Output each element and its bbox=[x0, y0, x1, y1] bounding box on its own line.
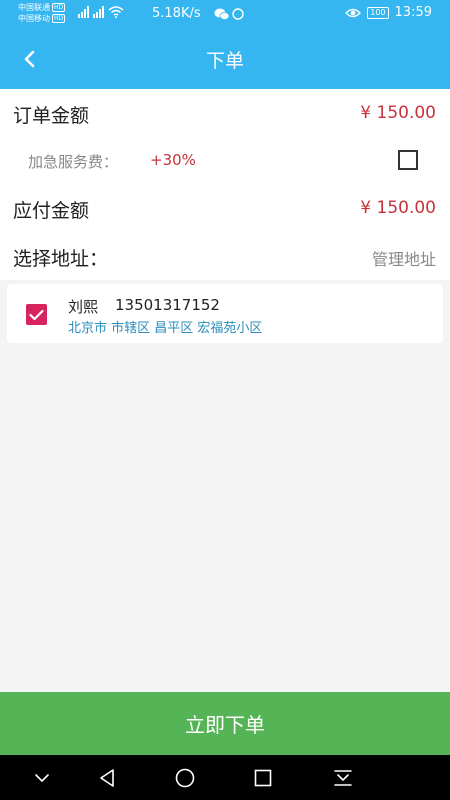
nav-notification-button[interactable] bbox=[330, 765, 356, 791]
app-bar: 下单 bbox=[0, 28, 450, 89]
signal-icon bbox=[93, 6, 104, 18]
order-content: 订单金额 ¥ 150.00 加急服务费： +30% 应付金额 ¥ 150.00 … bbox=[0, 89, 450, 692]
wechat-icon bbox=[214, 8, 244, 20]
payable-label: 应付金额 bbox=[13, 200, 90, 222]
battery-icon: 100 bbox=[367, 6, 389, 19]
carrier-1: 中国联通 bbox=[18, 3, 50, 12]
signal-icon bbox=[78, 6, 89, 18]
order-amount-value: ¥ 150.00 bbox=[360, 103, 436, 123]
address-header-row: 选择地址： 管理地址 bbox=[0, 232, 450, 280]
hd-badge: HD bbox=[52, 3, 66, 12]
nav-hide-button[interactable] bbox=[29, 765, 55, 791]
rush-fee-checkbox[interactable] bbox=[398, 150, 418, 170]
carrier-info: 中国联通 HD 中国移动 HD bbox=[18, 2, 66, 24]
square-recents-icon bbox=[254, 769, 272, 787]
clock: 13:59 bbox=[394, 5, 432, 20]
nav-home-button[interactable] bbox=[172, 765, 198, 791]
rush-fee-percent: +30% bbox=[150, 151, 196, 169]
order-amount-row: 订单金额 ¥ 150.00 bbox=[0, 89, 450, 137]
eye-icon bbox=[345, 8, 362, 17]
carrier-2: 中国移动 bbox=[18, 14, 50, 23]
network-speed: 5.18K/s bbox=[152, 6, 201, 21]
system-nav-bar bbox=[0, 755, 450, 800]
address-phone: 13501317152 bbox=[115, 296, 220, 314]
nav-recents-button[interactable] bbox=[250, 765, 276, 791]
nav-back-button[interactable] bbox=[94, 765, 120, 791]
address-detail: 北京市 市辖区 昌平区 宏福苑小区 bbox=[68, 321, 263, 336]
battery-level: 100 bbox=[370, 8, 386, 17]
signal-icons bbox=[78, 6, 124, 18]
status-bar: 中国联通 HD 中国移动 HD 5.18K/s 100 13:59 bbox=[0, 0, 450, 28]
address-checkbox[interactable] bbox=[26, 304, 47, 325]
manage-address-link[interactable]: 管理地址 bbox=[372, 246, 436, 270]
wifi-icon bbox=[108, 6, 124, 18]
address-name: 刘熙 bbox=[68, 298, 99, 316]
payable-row: 应付金额 ¥ 150.00 bbox=[0, 184, 450, 232]
rush-fee-row: 加急服务费： +30% bbox=[0, 137, 450, 184]
page-title: 下单 bbox=[205, 50, 244, 72]
address-label: 选择地址： bbox=[13, 248, 109, 270]
payable-value: ¥ 150.00 bbox=[360, 198, 436, 218]
pull-down-icon bbox=[334, 770, 352, 786]
triangle-back-icon bbox=[100, 769, 114, 787]
circle-home-icon bbox=[175, 768, 195, 788]
checkmark-icon bbox=[29, 309, 44, 320]
order-amount-label: 订单金额 bbox=[13, 105, 90, 127]
chevron-down-icon bbox=[35, 774, 49, 782]
place-order-button[interactable]: 立即下单 bbox=[0, 692, 450, 755]
hd-badge: HD bbox=[52, 14, 66, 23]
address-card[interactable]: 刘熙 13501317152 北京市 市辖区 昌平区 宏福苑小区 bbox=[7, 284, 443, 343]
rush-fee-label: 加急服务费： bbox=[28, 153, 119, 171]
